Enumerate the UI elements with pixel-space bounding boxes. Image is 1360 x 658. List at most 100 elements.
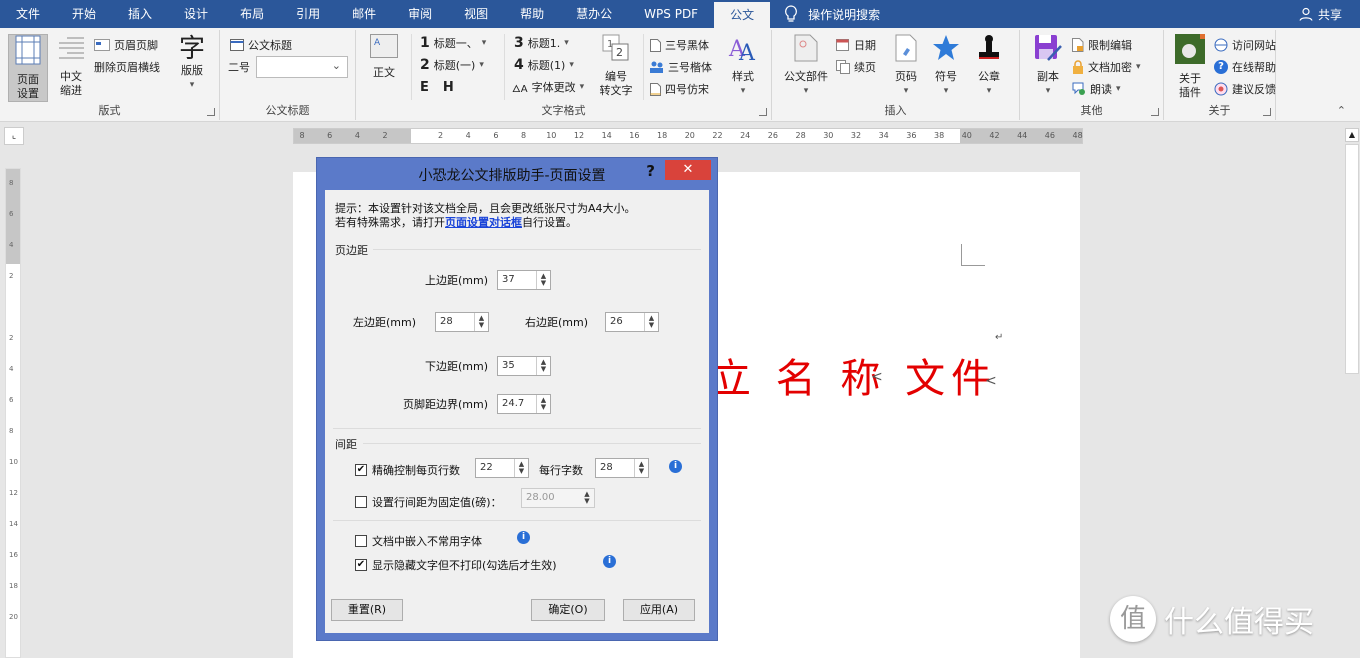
spin-arrows-icon[interactable]: ▲ ▼ xyxy=(580,489,594,507)
spin-arrows-icon[interactable]: ▲ ▼ xyxy=(644,313,658,331)
checkbox-unchecked-icon[interactable] xyxy=(355,496,367,508)
continuation-button[interactable]: 续页 xyxy=(836,58,876,76)
group-about-launcher[interactable] xyxy=(1263,108,1271,116)
vertical-ruler[interactable]: 8 6 4 2 2 4 6 8 10 12 14 16 18 20 xyxy=(5,168,21,658)
horizontal-ruler[interactable]: 8 6 4 2 2 4 6 8 10 12 14 16 18 20 22 24 26 28 30 32 34 36 38 40… xyxy=(293,128,1083,144)
spin-arrows-icon[interactable]: ▲ ▼ xyxy=(536,271,550,289)
right-margin-input[interactable]: 26 ▲ ▼ xyxy=(605,312,659,332)
document-title-text[interactable]: 立 名 称 文件 xyxy=(711,346,997,404)
spin-arrows-icon[interactable]: ▲ ▼ xyxy=(634,459,648,477)
visit-website-button[interactable]: 访问网站 xyxy=(1214,36,1276,54)
tab-file[interactable]: 文件 xyxy=(0,0,56,28)
group-doc-title-label: 公文标题 xyxy=(265,104,310,117)
feedback-button[interactable]: 建议反馈 xyxy=(1214,80,1276,98)
spin-arrows-icon[interactable]: ▲ ▼ xyxy=(536,357,550,375)
left-margin-input[interactable]: 28 ▲ ▼ xyxy=(435,312,489,332)
tell-me-search[interactable]: 操作说明搜索 xyxy=(784,5,880,23)
checkbox-checked-icon[interactable]: ✔ xyxy=(355,559,367,571)
font-layout-button[interactable]: 字 版版 ▾ xyxy=(172,34,212,92)
page-number-button[interactable]: 页码 ▾ xyxy=(890,34,922,98)
page-setup-link[interactable]: 页面设置对话框 xyxy=(445,216,522,229)
checkbox-checked-icon[interactable]: ✔ xyxy=(355,464,367,476)
spin-arrows-icon[interactable]: ▲ ▼ xyxy=(474,313,488,331)
bottom-margin-input[interactable]: 35 ▲ ▼ xyxy=(497,356,551,376)
chars-per-line-input[interactable]: 28 ▲ ▼ xyxy=(595,458,649,478)
scrollbar-thumb[interactable] xyxy=(1345,144,1359,374)
tab-insert[interactable]: 插入 xyxy=(112,0,168,28)
tab-design[interactable]: 设计 xyxy=(168,0,224,28)
fixed-spacing-checkbox[interactable]: 设置行间距为固定值(磅)： xyxy=(355,494,502,510)
tab-home[interactable]: 开始 xyxy=(56,0,112,28)
separator xyxy=(504,34,505,100)
share-button[interactable]: 共享 xyxy=(1299,0,1342,28)
symbol-button[interactable]: 符号 ▾ xyxy=(930,34,962,98)
numbering-to-text-button[interactable]: 12 编号 转文字 xyxy=(594,34,638,98)
tab-view[interactable]: 视图 xyxy=(448,0,504,28)
footer-distance-input[interactable]: 24.7 ▲ ▼ xyxy=(497,394,551,414)
doc-title-button[interactable]: 公文标题 xyxy=(230,36,292,54)
seal-button[interactable]: 公章 ▾ xyxy=(972,34,1006,98)
tab-layout[interactable]: 布局 xyxy=(224,0,280,28)
dialog-titlebar[interactable]: 小恐龙公文排版助手-页面设置 ? ✕ xyxy=(317,158,717,190)
tab-help[interactable]: 帮助 xyxy=(504,0,560,28)
scroll-up-icon[interactable]: ▲ xyxy=(1345,128,1359,142)
page-setup-button[interactable]: 页面 设置 xyxy=(8,34,48,102)
heading1-button[interactable]: 1 标题一、 ▾ xyxy=(420,34,486,52)
group-other-launcher[interactable] xyxy=(1151,108,1159,116)
lines-per-page-input[interactable]: 22 ▲ ▼ xyxy=(475,458,529,478)
restrict-edit-button[interactable]: 限制编辑 xyxy=(1072,36,1132,54)
font-fangsong-button[interactable]: 四号仿宋 xyxy=(650,80,709,98)
font-change-button[interactable]: 🜂A 字体更改 ▾ xyxy=(512,78,584,96)
font-kaiti-button[interactable]: 三号楷体 xyxy=(650,58,712,76)
document-icon xyxy=(650,38,661,52)
e-button[interactable]: E xyxy=(420,80,429,95)
people-icon xyxy=(650,61,663,73)
header-footer-button[interactable]: 页眉页脚 xyxy=(94,36,158,54)
ruler-tick: 4 xyxy=(354,131,360,140)
vertical-scrollbar[interactable]: ▲ xyxy=(1345,128,1359,658)
encrypt-button[interactable]: 文档加密 ▾ xyxy=(1072,58,1141,76)
online-help-button[interactable]: ? 在线帮助 xyxy=(1214,58,1276,76)
tab-mailings[interactable]: 邮件 xyxy=(336,0,392,28)
date-button[interactable]: 日期 xyxy=(836,36,876,54)
heading2-button[interactable]: 2 标题(一) ▾ xyxy=(420,56,484,74)
help-icon[interactable]: ? xyxy=(646,162,655,180)
precise-lines-checkbox[interactable]: ✔ 精确控制每页行数 xyxy=(355,462,460,478)
collapse-ribbon-icon[interactable]: ⌃ xyxy=(1337,104,1346,117)
remove-header-line-button[interactable]: 删除页眉横线 xyxy=(94,58,160,76)
show-hidden-checkbox[interactable]: ✔ 显示隐藏文字但不打印(勾选后才生效) xyxy=(355,557,557,573)
tab-huibangong[interactable]: 慧办公 xyxy=(560,0,628,28)
group-layout-launcher[interactable] xyxy=(207,108,215,116)
info-icon[interactable]: i xyxy=(517,531,530,544)
tab-references[interactable]: 引用 xyxy=(280,0,336,28)
top-margin-input[interactable]: 37 ▲ ▼ xyxy=(497,270,551,290)
tab-wps-pdf[interactable]: WPS PDF xyxy=(628,0,714,28)
tab-stop-selector[interactable]: ⌞ xyxy=(4,127,24,145)
info-icon[interactable]: i xyxy=(669,460,682,473)
title-size-select[interactable]: ⌄ xyxy=(256,56,348,78)
checkbox-unchecked-icon[interactable] xyxy=(355,535,367,547)
copy-button[interactable]: 副本 ▾ xyxy=(1028,34,1068,98)
h-button[interactable]: H xyxy=(443,80,454,95)
read-aloud-button[interactable]: 朗读 ▾ xyxy=(1072,80,1121,98)
doc-component-button[interactable]: 公文部件 ▾ xyxy=(780,34,832,98)
heading3-button[interactable]: 3 标题1. ▾ xyxy=(514,34,569,52)
styles-button[interactable]: AA 样式 ▾ xyxy=(724,34,762,98)
close-button[interactable]: ✕ xyxy=(665,160,711,180)
reset-button[interactable]: 重置(R) xyxy=(331,599,403,621)
apply-button[interactable]: 应用(A) xyxy=(623,599,695,621)
ok-button[interactable]: 确定(O) xyxy=(531,599,605,621)
body-text-button[interactable]: A 正文 xyxy=(368,34,400,80)
info-icon[interactable]: i xyxy=(603,555,616,568)
heading4-button[interactable]: 4 标题(1) ▾ xyxy=(514,56,574,74)
about-plugin-button[interactable]: 关于 插件 xyxy=(1172,34,1208,100)
fixed-spacing-input[interactable]: 28.00 ▲ ▼ xyxy=(521,488,595,508)
group-text-style-launcher[interactable] xyxy=(759,108,767,116)
spin-arrows-icon[interactable]: ▲ ▼ xyxy=(514,459,528,477)
spin-arrows-icon[interactable]: ▲ ▼ xyxy=(536,395,550,413)
tab-gongwen[interactable]: 公文 xyxy=(714,2,771,28)
tab-review[interactable]: 审阅 xyxy=(392,0,448,28)
font-heiti-button[interactable]: 三号黑体 xyxy=(650,36,709,54)
embed-fonts-checkbox[interactable]: 文档中嵌入不常用字体 xyxy=(355,533,482,549)
chinese-indent-button[interactable]: 中文 缩进 xyxy=(54,34,88,98)
